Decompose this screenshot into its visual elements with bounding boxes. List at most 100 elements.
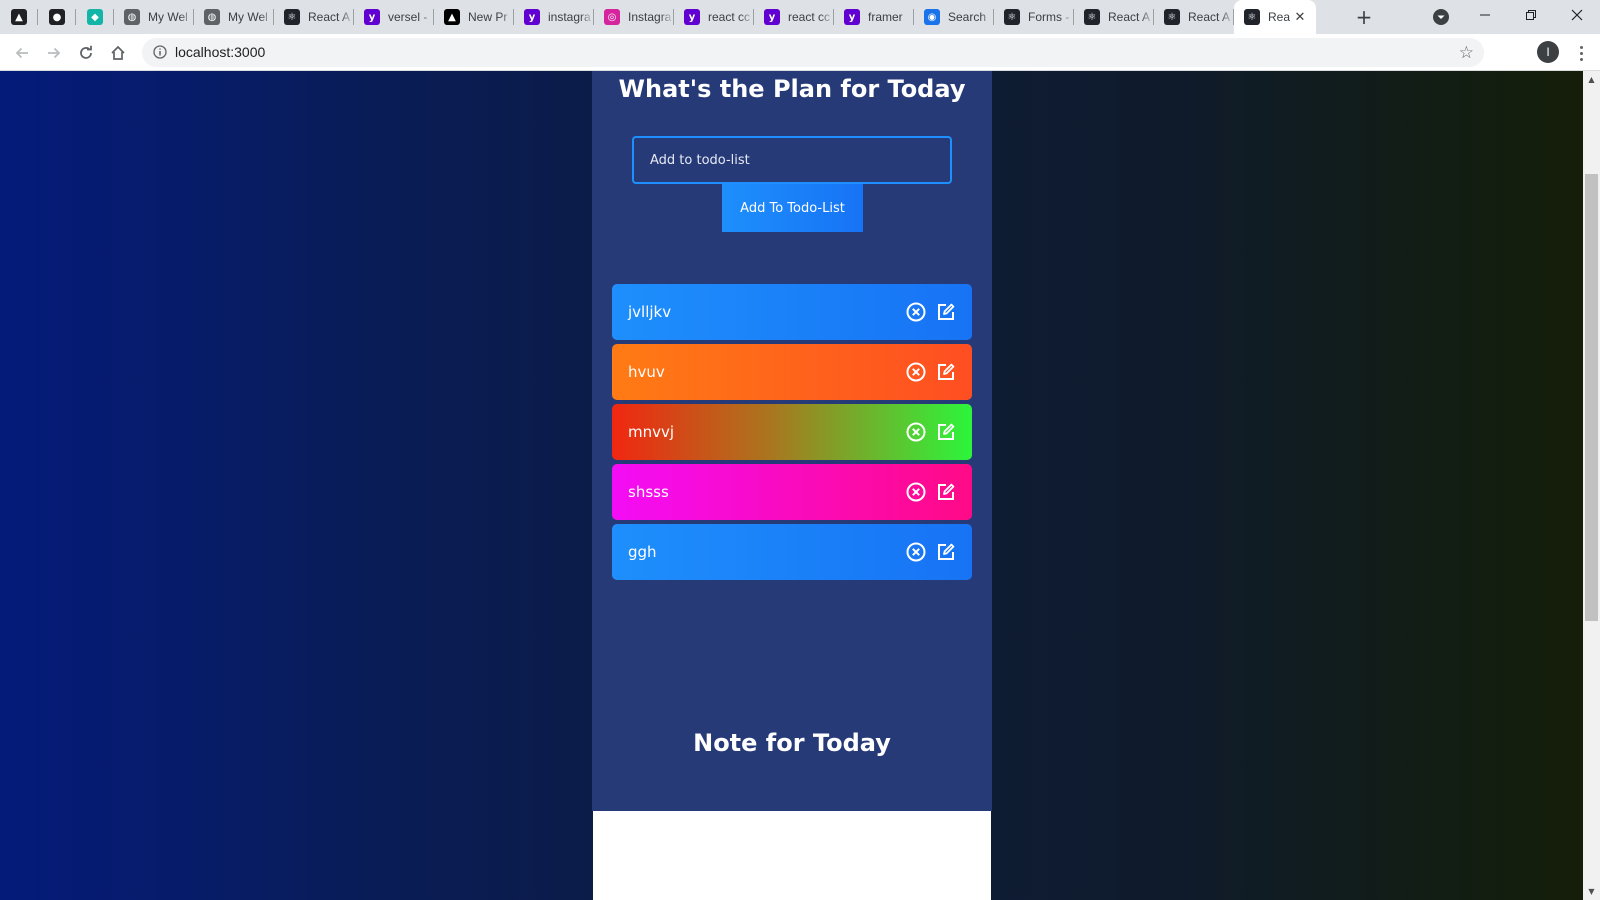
todo-actions	[906, 482, 956, 502]
app-title: What's the Plan for Today	[618, 75, 966, 103]
browser-tab[interactable]: ⚛ React A	[1074, 0, 1154, 34]
edit-icon[interactable]	[936, 302, 956, 322]
browser-tab[interactable]: y versel -	[354, 0, 434, 34]
tab-active[interactable]: ⚛ Rea ✕	[1234, 0, 1316, 34]
browser-menu-icon[interactable]	[1571, 42, 1591, 64]
tab-label: framer	[868, 10, 903, 24]
browser-tab[interactable]: ◎ Instagra	[594, 0, 674, 34]
todo-actions	[906, 542, 956, 562]
react-icon: ⚛	[1164, 9, 1180, 25]
site-info-icon[interactable]	[152, 44, 168, 60]
yahoo-icon: y	[524, 9, 540, 25]
browser-tab[interactable]: ●	[38, 0, 76, 34]
note-title: Note for Today	[693, 729, 891, 757]
browser-tab[interactable]: ⚛ React A	[1154, 0, 1234, 34]
tab-label: instagra	[548, 10, 591, 24]
close-window-button[interactable]	[1554, 0, 1600, 30]
edit-icon[interactable]	[936, 482, 956, 502]
reload-icon	[80, 45, 92, 59]
browser-tab[interactable]: ▲ New Pr	[434, 0, 514, 34]
tab-label: My Wel	[228, 10, 268, 24]
todo-text: shsss	[628, 483, 669, 501]
react-icon: ⚛	[1084, 9, 1100, 25]
minimize-button[interactable]	[1462, 0, 1508, 30]
browser-tab[interactable]: ◍ My Wel	[114, 0, 194, 34]
edit-icon[interactable]	[936, 542, 956, 562]
edit-icon[interactable]	[936, 362, 956, 382]
close-tab-icon[interactable]: ✕	[1292, 9, 1308, 25]
browser-tab[interactable]: ◉ Search	[914, 0, 994, 34]
browser-tab[interactable]: ◆	[76, 0, 114, 34]
url-text: localhost:3000	[175, 44, 266, 60]
page-scrollbar[interactable]: ▲ ▼	[1583, 71, 1600, 900]
back-button[interactable]	[8, 39, 36, 67]
scroll-up-arrow-icon[interactable]: ▲	[1583, 71, 1600, 88]
tab-label: react cc	[708, 10, 751, 24]
react-icon: ⚛	[1004, 9, 1020, 25]
reload-button[interactable]	[72, 39, 100, 67]
tab-label: My Wel	[148, 10, 188, 24]
close-icon	[1571, 9, 1583, 21]
app-icon: ▲	[11, 9, 27, 25]
tab-label: Instagra	[628, 10, 672, 24]
diamond-icon: ◆	[87, 9, 103, 25]
browser-tab[interactable]: y framer	[834, 0, 914, 34]
scroll-down-arrow-icon[interactable]: ▼	[1583, 883, 1600, 900]
github-icon: ●	[49, 9, 65, 25]
home-button[interactable]	[104, 39, 132, 67]
forward-button[interactable]	[40, 39, 68, 67]
todo-item: hvuv	[612, 344, 972, 400]
browser-tab[interactable]: ◍ My Wel	[194, 0, 274, 34]
address-bar[interactable]: localhost:3000 ☆	[142, 38, 1484, 67]
todo-actions	[906, 302, 956, 322]
todo-item: jvlljkv	[612, 284, 972, 340]
react-icon: ⚛	[1244, 9, 1260, 25]
yahoo-icon: y	[764, 9, 780, 25]
note-text-area[interactable]	[593, 811, 991, 900]
tab-label: New Pr	[468, 10, 508, 24]
todo-actions	[906, 422, 956, 442]
browser-tab[interactable]: y react cc	[674, 0, 754, 34]
profile-avatar[interactable]: I	[1537, 41, 1559, 63]
browser-tab[interactable]: ⚛ React A	[274, 0, 354, 34]
restore-button[interactable]	[1508, 0, 1554, 30]
tab-label: versel -	[388, 10, 428, 24]
edit-icon[interactable]	[936, 422, 956, 442]
tab-label: React A	[1188, 10, 1231, 24]
add-todo-button[interactable]: Add To Todo-List	[722, 184, 863, 232]
scrollbar-thumb[interactable]	[1585, 174, 1598, 621]
tab-label: Search	[948, 10, 987, 24]
delete-circle-x-icon[interactable]	[906, 542, 926, 562]
yahoo-icon: y	[684, 9, 700, 25]
tab-search-button[interactable]	[1431, 7, 1451, 27]
browser-toolbar: localhost:3000 ☆ I	[0, 34, 1600, 93]
todo-actions	[906, 362, 956, 382]
delete-circle-x-icon[interactable]	[906, 422, 926, 442]
browser-tab[interactable]: y react cc	[754, 0, 834, 34]
yahoo-icon: y	[364, 9, 380, 25]
delete-circle-x-icon[interactable]	[906, 302, 926, 322]
todo-item: mnvvj	[612, 404, 972, 460]
todo-text: ggh	[628, 543, 657, 561]
react-icon: ⚛	[284, 9, 300, 25]
browser-tab[interactable]: ⚛ Forms -	[994, 0, 1074, 34]
delete-circle-x-icon[interactable]	[906, 362, 926, 382]
todo-app: What's the Plan for Today Add To Todo-Li…	[592, 71, 992, 811]
home-icon	[111, 45, 125, 60]
new-tab-button[interactable]: +	[1352, 5, 1376, 29]
todo-item: shsss	[612, 464, 972, 520]
globe-icon: ◍	[204, 9, 220, 25]
browser-tab[interactable]: ▲	[0, 0, 38, 34]
tab-label: react cc	[788, 10, 831, 24]
tab-label: Forms -	[1028, 10, 1070, 24]
tab-label: React A	[1108, 10, 1151, 24]
browser-tab[interactable]: y instagra	[514, 0, 594, 34]
todo-text: jvlljkv	[628, 303, 672, 321]
restore-icon	[1526, 10, 1536, 20]
bookmark-star-icon[interactable]: ☆	[1459, 43, 1474, 63]
globe-icon: ◍	[124, 9, 140, 25]
todo-list: jvlljkv hvuv mnvvj shsss ggh	[612, 284, 972, 584]
todo-input[interactable]	[632, 136, 952, 184]
tab-label: React A	[308, 10, 351, 24]
delete-circle-x-icon[interactable]	[906, 482, 926, 502]
